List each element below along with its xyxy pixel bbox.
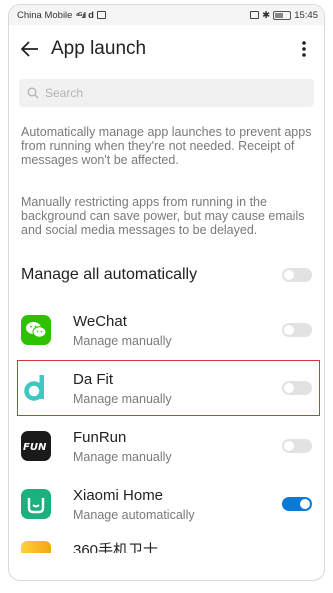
- funrun-icon: FUN: [21, 431, 51, 461]
- notification-box-icon: [96, 11, 106, 19]
- app-status: Manage manually: [73, 391, 172, 406]
- page-title: App launch: [51, 38, 147, 59]
- phone-frame: China Mobile ⁴ᴳ.ıl d ✱ 15:45 App launch: [8, 4, 325, 581]
- app-name: WeChat: [73, 312, 127, 330]
- 360-security-icon: [21, 541, 51, 553]
- app-toggle-funrun[interactable]: [282, 439, 312, 453]
- app-name: 360手机卫士: [73, 542, 159, 553]
- app-toggle-wechat[interactable]: [282, 323, 312, 337]
- search-icon: [27, 87, 39, 99]
- app-status: Manage manually: [73, 449, 172, 464]
- nfc-icon: [250, 11, 260, 19]
- app-bar: App launch: [9, 25, 324, 73]
- app-status: Manage manually: [73, 333, 172, 348]
- carrier-name: China Mobile: [17, 9, 73, 21]
- notification-icon: d: [88, 9, 94, 21]
- app-status: Manage automatically: [73, 507, 195, 522]
- battery-icon: [273, 10, 292, 20]
- app-name: Da Fit: [73, 370, 114, 388]
- app-toggle-dafit[interactable]: [282, 381, 312, 395]
- bluetooth-icon: ✱: [262, 9, 271, 21]
- app-row-dafit[interactable]: Da Fit Manage manually: [9, 359, 324, 417]
- more-vert-icon[interactable]: [294, 34, 314, 64]
- app-row-funrun[interactable]: FUN FunRun Manage manually: [9, 417, 324, 475]
- app-name: Xiaomi Home: [73, 486, 164, 504]
- manage-all-toggle[interactable]: [282, 268, 312, 282]
- description-auto: Automatically manage app launches to pre…: [21, 125, 312, 167]
- signal-icon: ⁴ᴳ.ıl: [75, 10, 86, 20]
- app-row-wechat[interactable]: WeChat Manage manually: [9, 301, 324, 359]
- description-manual: Manually restricting apps from running i…: [21, 195, 305, 237]
- app-row-partial[interactable]: 360手机卫士: [9, 533, 324, 553]
- search-input[interactable]: Search: [19, 79, 314, 107]
- manage-all-row[interactable]: Manage all automatically: [9, 249, 324, 301]
- app-name: FunRun: [73, 428, 127, 446]
- status-time: 15:45: [294, 9, 318, 21]
- back-arrow-icon[interactable]: [15, 34, 45, 64]
- manage-all-label: Manage all automatically: [21, 266, 198, 283]
- app-row-xiaomi-home[interactable]: Xiaomi Home Manage automatically: [9, 475, 324, 533]
- app-toggle-xiaomi-home[interactable]: [282, 497, 312, 511]
- search-placeholder: Search: [45, 86, 84, 100]
- wechat-icon: [21, 315, 51, 345]
- svg-text:FUN: FUN: [23, 442, 47, 453]
- status-bar: China Mobile ⁴ᴳ.ıl d ✱ 15:45: [9, 5, 324, 25]
- xiaomi-home-icon: [21, 489, 51, 519]
- dafit-icon: [21, 373, 51, 403]
